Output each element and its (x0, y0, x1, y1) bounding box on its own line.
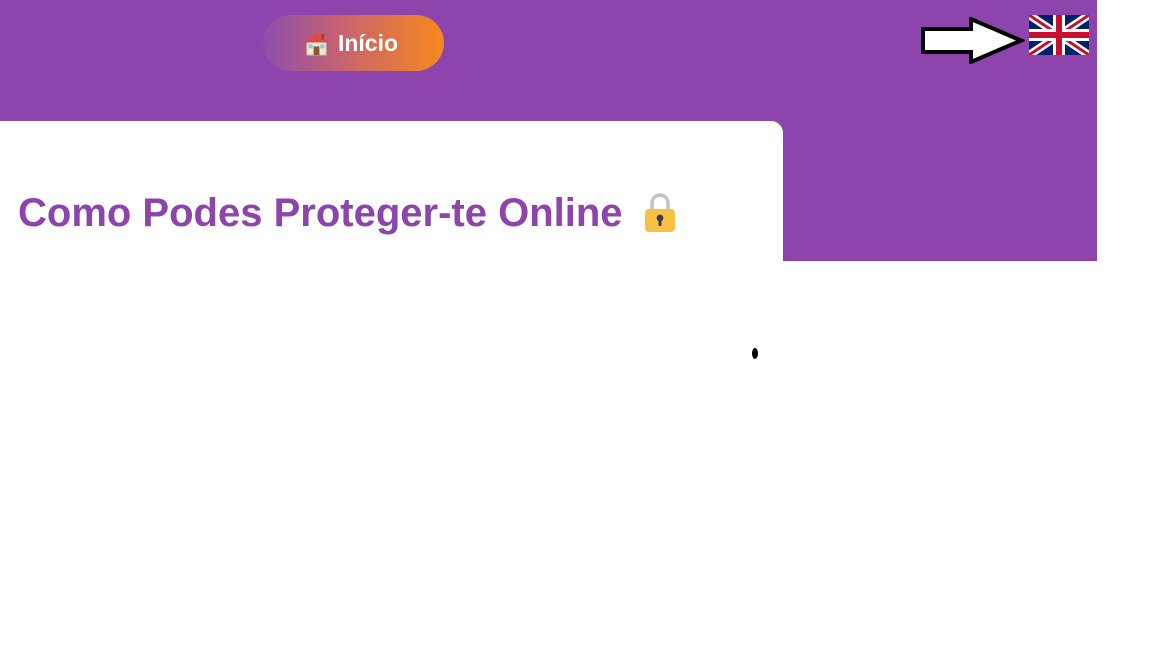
page-title-text: Como Podes Proteger-te Online (18, 191, 623, 235)
mouse-cursor (752, 348, 758, 359)
home-button-label: Início (337, 29, 399, 56)
house-icon (304, 32, 329, 56)
page-title: Como Podes Proteger-te Online (18, 189, 677, 237)
home-button[interactable]: Início (263, 15, 444, 71)
lock-icon (644, 193, 675, 232)
arrow-right-icon (921, 17, 1025, 64)
uk-flag-icon[interactable] (1029, 15, 1089, 55)
